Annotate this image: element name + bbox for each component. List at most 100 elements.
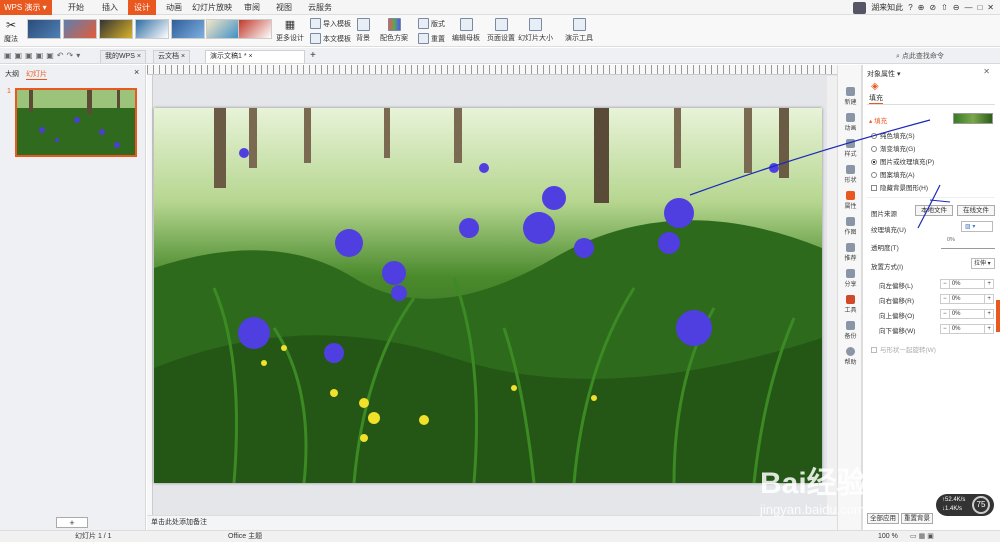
- app-title: WPS 演示: [4, 3, 41, 12]
- recommend-icon: [846, 243, 855, 252]
- menu-cloud[interactable]: 云服务: [302, 0, 338, 15]
- menu-design[interactable]: 设计: [128, 0, 156, 15]
- side-tool-new-label: 新建: [844, 100, 857, 106]
- design-thumb-6[interactable]: [206, 19, 240, 39]
- tab-slides[interactable]: 幻灯片: [26, 69, 47, 80]
- palette-icon: [387, 18, 401, 31]
- page-setup-icon: [494, 18, 508, 31]
- tab-outline[interactable]: 大纲: [5, 69, 19, 79]
- slide-size-icon: [529, 18, 542, 31]
- panel-edge-handle[interactable]: [996, 300, 1000, 332]
- import-icon: [310, 18, 321, 29]
- slide-count: 幻灯片 1 / 1: [75, 533, 112, 540]
- side-tool-backup[interactable]: 备份: [838, 319, 863, 343]
- skin-icon[interactable]: ⊕: [918, 3, 925, 12]
- app-menu-button[interactable]: WPS 演示 ▾: [0, 0, 52, 15]
- page-setup-button[interactable]: 页面设置: [487, 18, 515, 43]
- menu-view[interactable]: 视图: [270, 0, 298, 15]
- theme-name: Office 主题: [228, 533, 263, 540]
- side-tool-recommend[interactable]: 推荐: [838, 241, 863, 265]
- menu-review[interactable]: 审阅: [238, 0, 266, 15]
- design-thumb-7[interactable]: [238, 19, 272, 39]
- rotate-with-shape-label: 与形状一起旋转(W): [880, 347, 936, 354]
- user-avatar[interactable]: [853, 1, 867, 14]
- reset-label: 重置: [431, 35, 445, 43]
- page-setup-label: 页面设置: [487, 35, 515, 42]
- tab-my-wps[interactable]: 我的WPS ×: [100, 50, 146, 63]
- placement-dropdown[interactable]: 拉伸 ▾: [971, 258, 995, 269]
- design-thumb-3[interactable]: [99, 19, 133, 39]
- side-tool-new[interactable]: 新建: [838, 85, 863, 109]
- menu-home[interactable]: 开始: [62, 0, 90, 15]
- menu-insert[interactable]: 插入: [96, 0, 124, 15]
- tab-cloud-docs[interactable]: 云文档 ×: [153, 50, 191, 63]
- quick-access-toolbar[interactable]: ▣▣▣▣▣↶↷▾: [4, 51, 83, 60]
- props-title[interactable]: 对象属性 ▾: [867, 69, 900, 79]
- magic-button[interactable]: ✂ 魔法: [4, 18, 18, 44]
- rotate-with-shape-checkbox[interactable]: [871, 347, 877, 353]
- document-tab-bar: ▣▣▣▣▣↶↷▾ 我的WPS × 云文档 × 演示文稿1 * × + ⌕ 点此查…: [0, 48, 1000, 64]
- side-tool-tools[interactable]: 工具: [838, 293, 863, 317]
- color-scheme-button[interactable]: 配色方案: [380, 18, 408, 43]
- watermark: Bai经验 jingyan.baidu.com: [760, 458, 950, 518]
- slide-thumbnail-image: [17, 90, 135, 155]
- offset-left-label: 向左偏移(L): [879, 283, 913, 290]
- menu-animation[interactable]: 动画: [160, 0, 188, 15]
- horizontal-ruler: [147, 65, 837, 75]
- placement-label: 放置方式(I): [871, 264, 904, 271]
- presentation-tools-button[interactable]: 演示工具: [565, 18, 593, 43]
- command-search[interactable]: ⌕ 点此查找命令: [896, 51, 996, 62]
- edit-master-button[interactable]: 编辑母板: [452, 18, 480, 43]
- import-template-button[interactable]: 导入模板: [310, 18, 351, 29]
- close-icon[interactable]: ✕: [987, 3, 994, 12]
- annotation-strokes: [689, 119, 951, 229]
- menu-slideshow[interactable]: 幻灯片放映: [192, 0, 232, 15]
- zoom-level[interactable]: 100 %: [878, 531, 898, 542]
- notes-area[interactable]: 单击此处添加备注: [147, 515, 837, 530]
- offset-bottom-stepper[interactable]: −0% +: [940, 324, 994, 334]
- design-thumb-4[interactable]: [135, 19, 169, 39]
- upload-icon[interactable]: ⇧: [941, 3, 948, 12]
- placement-value: 拉伸: [974, 261, 987, 267]
- offset-top-value: 0%: [951, 311, 961, 317]
- tab-presentation[interactable]: 演示文稿1 * ×: [205, 50, 305, 63]
- layout-label: 版式: [431, 20, 445, 28]
- transparency-slider[interactable]: [941, 243, 995, 249]
- slide-size-button[interactable]: 幻灯片大小: [518, 18, 553, 43]
- side-tool-share[interactable]: 分享: [838, 267, 863, 291]
- new-tab-button[interactable]: +: [310, 50, 316, 61]
- magic-label: 魔法: [4, 36, 18, 43]
- user-name[interactable]: 湖来知此: [871, 2, 903, 13]
- view-mode-buttons[interactable]: ▭▦▣: [910, 531, 950, 542]
- design-thumb-5[interactable]: [171, 19, 205, 39]
- settings-icon[interactable]: ⊖: [953, 3, 960, 12]
- paint-bucket-icon: ◈: [871, 81, 879, 92]
- feedback-icon[interactable]: ⊘: [929, 3, 936, 12]
- layout-button[interactable]: 版式: [418, 18, 445, 29]
- grid-icon: ▦: [284, 19, 296, 31]
- reset-icon: [418, 33, 429, 44]
- toolbox-icon: [846, 295, 855, 304]
- slide-thumbnail[interactable]: [15, 88, 137, 157]
- panel-close-icon[interactable]: ×: [134, 67, 139, 77]
- color-scheme-label: 配色方案: [380, 35, 408, 42]
- more-design-button[interactable]: ▦ 更多设计: [276, 18, 304, 43]
- offset-left-stepper[interactable]: −0% +: [940, 279, 994, 289]
- offset-right-stepper[interactable]: −0% +: [940, 294, 994, 304]
- template-icon: [310, 33, 321, 44]
- design-thumb-1[interactable]: [27, 19, 61, 39]
- background-button[interactable]: 背景: [356, 18, 370, 43]
- rotate-with-shape-option[interactable]: 与形状一起旋转(W): [871, 344, 936, 354]
- side-tool-help[interactable]: 帮助: [838, 345, 863, 369]
- offset-right-value: 0%: [951, 296, 961, 302]
- add-slide-button[interactable]: +: [56, 517, 88, 528]
- offset-left-value: 0%: [951, 281, 961, 287]
- offset-top-stepper[interactable]: −0% +: [940, 309, 994, 319]
- text-template-button[interactable]: 本文模板: [310, 33, 351, 44]
- props-close-icon[interactable]: ✕: [983, 67, 990, 76]
- maximize-icon[interactable]: □: [977, 3, 982, 12]
- design-thumb-2[interactable]: [63, 19, 97, 39]
- reset-button[interactable]: 重置: [418, 33, 445, 44]
- minimize-icon[interactable]: —: [964, 3, 972, 12]
- help-icon[interactable]: ?: [908, 3, 912, 12]
